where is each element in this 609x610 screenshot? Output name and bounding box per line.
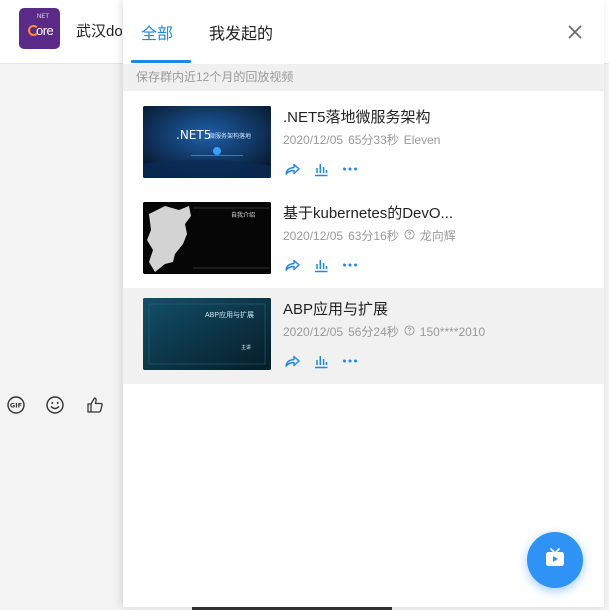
share-icon[interactable] (283, 160, 301, 178)
video-thumbnail[interactable]: .NET5 微服务架构落地 (143, 106, 271, 178)
video-thumbnail[interactable]: 自我介绍 (143, 202, 271, 274)
gif-icon[interactable]: GIF (5, 394, 27, 416)
tab-bar: 全部 我发起的 (123, 0, 604, 64)
thumbs-up-icon[interactable] (84, 394, 106, 416)
video-actions (283, 352, 359, 370)
video-date: 2020/12/05 (283, 228, 344, 243)
tab-mine[interactable]: 我发起的 (209, 20, 273, 44)
help-icon (404, 324, 415, 339)
thumbnail-subtitle: 自我介绍 (231, 213, 256, 219)
stats-icon[interactable] (312, 256, 330, 274)
tab-all[interactable]: 全部 (141, 20, 173, 44)
video-date: 2020/12/05 (283, 324, 344, 339)
video-actions (283, 256, 359, 274)
chat-toolbar: GIF (0, 386, 130, 426)
svg-text:GIF: GIF (10, 402, 22, 410)
more-icon[interactable] (341, 160, 359, 178)
video-meta: 2020/12/05 63分16秒 龙向辉 (283, 227, 456, 244)
video-actions (283, 160, 359, 178)
live-tv-button[interactable] (527, 532, 583, 588)
avatar-core-text: ore (36, 23, 54, 38)
stats-icon[interactable] (312, 160, 330, 178)
video-title[interactable]: .NET5落地微服务架构 (283, 106, 431, 127)
video-meta: 2020/12/05 56分24秒 150****2010 (283, 323, 485, 340)
share-icon[interactable] (283, 256, 301, 274)
close-icon[interactable] (565, 22, 585, 42)
video-title[interactable]: 基于kubernetes的DevO... (283, 202, 453, 223)
tab-underline (131, 60, 191, 63)
video-author: 龙向辉 (419, 229, 456, 243)
group-avatar[interactable]: NET ore (19, 8, 60, 49)
video-meta: 2020/12/05 65分33秒 Eleven (283, 131, 440, 148)
thumbnail-subtitle: 微服务架构落地 (209, 134, 252, 140)
more-icon[interactable] (341, 352, 359, 370)
video-duration: 63分16秒 (348, 229, 399, 243)
video-date: 2020/12/05 (283, 132, 344, 147)
help-icon (404, 228, 415, 243)
replay-panel: 全部 我发起的 保存群内近12个月的回放视频 .NET5 微服务架构落地 .NE… (123, 0, 604, 607)
thumbnail-title: ABP应用与扩展 (205, 312, 255, 319)
retention-notice: 保存群内近12个月的回放视频 (123, 64, 604, 91)
thumbnail-title: .NET5 (176, 128, 212, 142)
emoji-icon[interactable] (44, 394, 66, 416)
more-icon[interactable] (341, 256, 359, 274)
video-thumbnail[interactable]: ABP应用与扩展 主讲 (143, 298, 271, 370)
video-item[interactable]: 自我介绍 基于kubernetes的DevO... 2020/12/05 63分… (123, 192, 604, 288)
video-author: Eleven (403, 132, 441, 147)
stats-icon[interactable] (312, 352, 330, 370)
video-duration: 65分33秒 (348, 133, 399, 147)
chat-title: 武汉dot (76, 23, 127, 40)
video-author: 150****2010 (419, 324, 486, 339)
video-item[interactable]: ABP应用与扩展 主讲 ABP应用与扩展 2020/12/05 56分24秒 1… (123, 288, 604, 384)
video-item[interactable]: .NET5 微服务架构落地 .NET5落地微服务架构 2020/12/05 65… (123, 96, 604, 192)
avatar-net-text: NET (37, 14, 49, 20)
share-icon[interactable] (283, 352, 301, 370)
thumbnail-subtitle: 主讲 (241, 345, 252, 351)
video-title[interactable]: ABP应用与扩展 (283, 298, 388, 319)
tv-icon (543, 546, 567, 575)
video-duration: 56分24秒 (348, 325, 399, 339)
